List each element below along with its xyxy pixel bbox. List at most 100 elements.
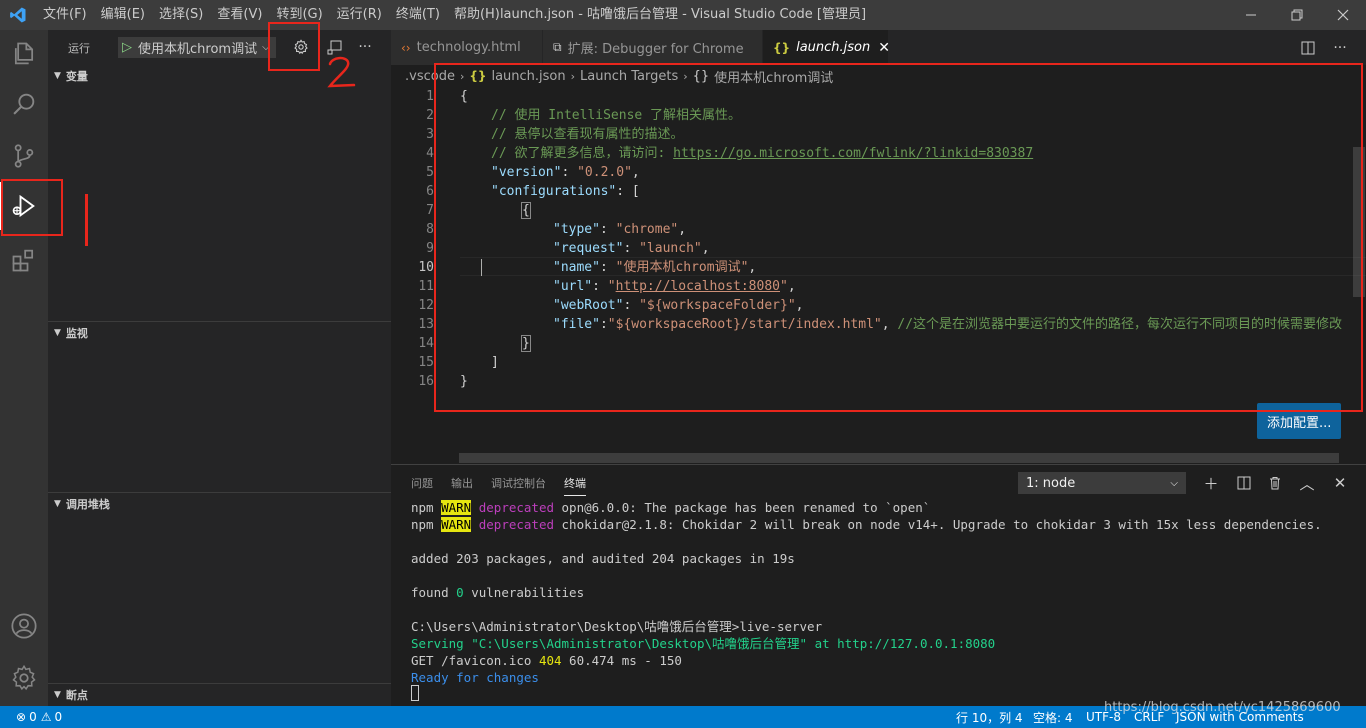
extensions-icon[interactable] (0, 236, 48, 284)
menu-file[interactable]: 文件(F) (36, 0, 94, 30)
call-stack-section-header[interactable]: ▼ 调用堆栈 (48, 493, 391, 515)
line-number: 15 (418, 355, 434, 370)
tab-label: technology.html (416, 40, 521, 55)
terminal-line: npm WARN deprecated opn@6.0.0: The packa… (411, 500, 931, 515)
chevron-down-icon: ▼ (54, 71, 61, 81)
annotation-number-2 (327, 56, 356, 88)
line-number: 5 (426, 165, 434, 180)
tab-debugger-for-chrome[interactable]: ⧉ 扩展: Debugger for Chrome (543, 30, 763, 65)
line-number: 13 (418, 317, 434, 332)
warn-badge: WARN (441, 500, 472, 515)
line-number: 2 (426, 108, 434, 123)
tab-terminal[interactable]: 终端 (564, 472, 586, 496)
terminal-output[interactable]: npm WARN deprecated opn@6.0.0: The packa… (411, 499, 1361, 704)
tab-label: launch.json (796, 40, 871, 55)
settings-gear-icon[interactable] (0, 654, 48, 702)
line-number: 7 (426, 203, 434, 218)
menu-view[interactable]: 查看(V) (210, 0, 269, 30)
terminal-line: found 0 vulnerabilities (411, 585, 585, 600)
watermark: https://blog.csdn.net/yc1425869600 (1104, 700, 1341, 715)
more-actions-icon[interactable]: ··· (1326, 30, 1354, 65)
line-number: 6 (426, 184, 434, 199)
tab-technology-html[interactable]: ‹› technology.html (391, 30, 543, 65)
menu-selection[interactable]: 选择(S) (152, 0, 210, 30)
warning-count: 0 (54, 710, 63, 724)
menu-run[interactable]: 运行(R) (330, 0, 389, 30)
line-number: 11 (418, 279, 434, 294)
kill-terminal-trash-icon[interactable] (1264, 472, 1286, 494)
editor-tabs: ‹› technology.html ⧉ 扩展: Debugger for Ch… (391, 30, 1366, 65)
new-terminal-icon[interactable]: ＋ (1200, 472, 1222, 494)
tab-debug-console[interactable]: 调试控制台 (491, 465, 546, 500)
line-number: 3 (426, 127, 434, 142)
menu-help[interactable]: 帮助(H) (447, 0, 507, 30)
restore-button[interactable] (1274, 0, 1320, 30)
terminal-line: Serving "C:\Users\Administrator\Desktop\… (411, 636, 996, 651)
close-window-button[interactable] (1320, 0, 1366, 30)
close-icon (1337, 9, 1349, 21)
terminal-cursor (411, 685, 419, 701)
maximize-panel-chevron-up-icon[interactable]: ︿ (1296, 472, 1318, 494)
tab-output[interactable]: 输出 (451, 465, 473, 500)
line-number: 4 (426, 146, 434, 161)
annotation-mark-1 (85, 194, 88, 246)
problems-status[interactable]: ⊗ 0 ⚠ 0 (16, 706, 62, 728)
watch-section-header[interactable]: ▼ 监视 (48, 322, 391, 344)
debug-sidebar: 运行 ▷ 使用本机chrom调试 ⌵ ··· ▼ 变量 ▼ 监视 ▼ 调用堆栈 ▼ 断点 (48, 30, 391, 706)
horizontal-scrollbar[interactable] (459, 453, 1339, 463)
run-config-name: 使用本机chrom调试 (138, 42, 258, 57)
activity-bar (0, 30, 48, 706)
close-tab-icon[interactable]: ✕ (878, 40, 890, 56)
breakpoints-label: 断点 (65, 689, 88, 702)
chevron-down-icon: ▼ (54, 499, 61, 509)
chevron-down-icon: ▼ (54, 690, 61, 700)
terminal-line: Ready for changes (411, 670, 539, 685)
line-number: 12 (418, 298, 434, 313)
split-editor-icon[interactable] (1294, 30, 1322, 65)
indentation[interactable]: 空格: 4 (1033, 706, 1073, 728)
run-config-dropdown[interactable]: ▷ 使用本机chrom调试 ⌵ (118, 37, 276, 58)
error-count: 0 (29, 710, 37, 724)
chevron-down-icon: ⌵ (1170, 477, 1178, 489)
source-control-icon[interactable] (0, 132, 48, 180)
terminal-link[interactable]: http://127.0.0.1:8080 (837, 636, 995, 651)
extension-icon: ⧉ (553, 40, 562, 54)
split-terminal-icon[interactable] (1233, 472, 1255, 494)
error-icon: ⊗ (16, 710, 27, 724)
chevron-down-icon: ▼ (54, 328, 61, 338)
bottom-panel: 问题 输出 调试控制台 终端 1: node ⌵ ＋ ︿ ✕ npm WARN … (391, 464, 1366, 706)
explorer-icon[interactable] (0, 30, 48, 78)
start-debugging-icon[interactable]: ▷ (122, 40, 132, 55)
minimize-button[interactable] (1228, 0, 1274, 30)
menu-terminal[interactable]: 终端(T) (389, 0, 447, 30)
json-file-icon: {} (773, 40, 791, 55)
menu-edit[interactable]: 编辑(E) (94, 0, 152, 30)
search-icon[interactable] (0, 80, 48, 128)
account-icon[interactable] (0, 602, 48, 650)
close-panel-icon[interactable]: ✕ (1329, 472, 1351, 494)
terminal-line: C:\Users\Administrator\Desktop\咕噜饿后台管理>l… (411, 619, 823, 634)
line-number: 14 (418, 336, 434, 351)
terminal-select[interactable]: 1: node ⌵ (1018, 472, 1186, 494)
line-number: 1 (426, 89, 434, 104)
line-number: 16 (418, 374, 434, 389)
watch-label: 监视 (65, 327, 88, 340)
terminal-select-value: 1: node (1026, 475, 1076, 491)
cursor-position[interactable]: 行 10，列 4 (956, 706, 1023, 728)
terminal-line: added 203 packages, and audited 204 pack… (411, 551, 795, 566)
warn-badge: WARN (441, 517, 472, 532)
line-number: 10 (418, 260, 434, 275)
tab-launch-json[interactable]: {} launch.json ✕ (763, 30, 890, 65)
minimize-icon (1246, 14, 1256, 16)
annotation-box-gear (268, 22, 320, 71)
tab-problems[interactable]: 问题 (411, 465, 433, 500)
terminal-line: GET /favicon.ico 404 60.474 ms - 150 (411, 653, 682, 668)
restore-icon (1291, 9, 1303, 21)
breakpoints-section-header[interactable]: ▼ 断点 (48, 684, 391, 706)
terminal-line: npm WARN deprecated chokidar@2.1.8: Chok… (411, 517, 1322, 532)
html-file-icon: ‹› (401, 40, 411, 55)
tab-label: 扩展: Debugger for Chrome (567, 42, 744, 57)
call-stack-label: 调用堆栈 (65, 498, 110, 511)
warning-icon: ⚠ (40, 710, 52, 724)
panel-tabs: 问题 输出 调试控制台 终端 (411, 465, 604, 500)
